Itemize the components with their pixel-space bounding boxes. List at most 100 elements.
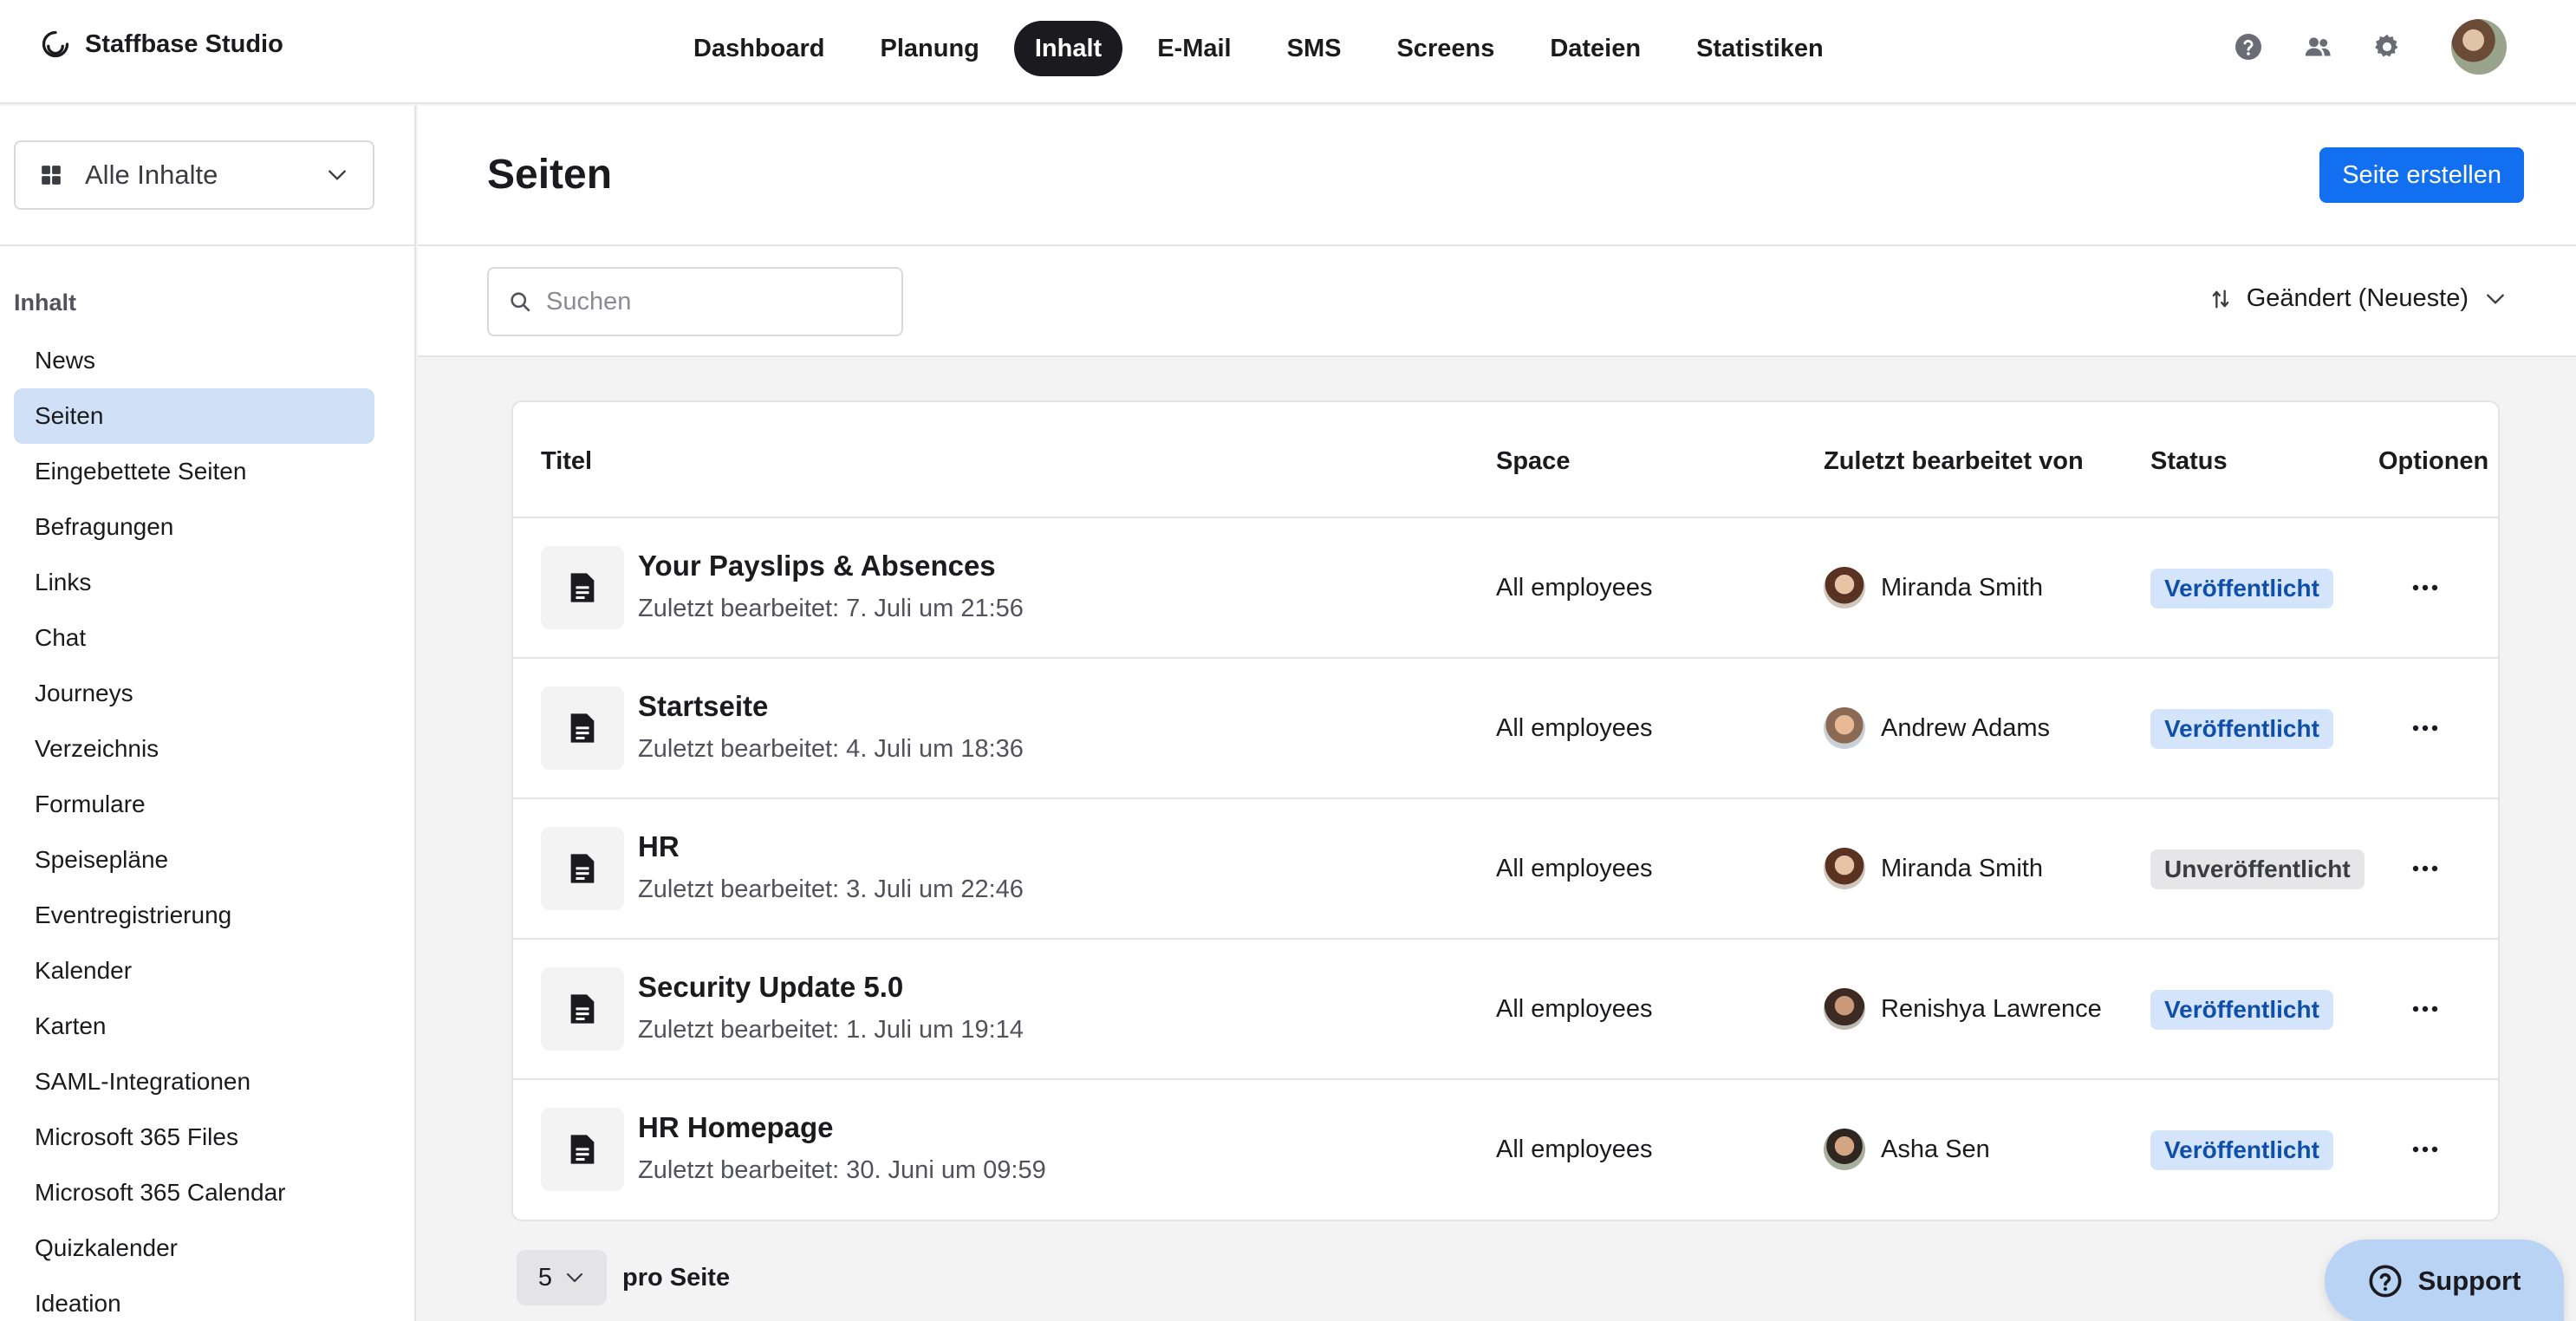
sidebar-item-news[interactable]: News [14, 333, 374, 388]
search-box[interactable] [487, 267, 903, 336]
sidebar-item-journeys[interactable]: Journeys [14, 666, 374, 721]
search-icon [511, 292, 530, 312]
page-thumbnail [541, 827, 624, 910]
more-horizontal-icon [2412, 865, 2438, 872]
sort-dropdown[interactable]: Geändert (Neueste) [2210, 284, 2507, 313]
top-actions [2233, 19, 2507, 75]
more-horizontal-icon [2412, 725, 2438, 732]
page-title-link[interactable]: Your Payslips & Absences [638, 550, 996, 582]
document-icon [570, 1135, 595, 1164]
table-header: Titel Space Zuletzt bearbeitet von Statu… [513, 402, 2498, 518]
brand[interactable]: Staffbase Studio [40, 29, 283, 60]
help-icon [2369, 1265, 2402, 1298]
space-cell: All employees [1496, 574, 1653, 602]
table-row[interactable]: Security Update 5.0 Zuletzt bearbeitet: … [513, 940, 2498, 1080]
help-icon[interactable] [2233, 31, 2264, 62]
support-label: Support [2417, 1266, 2521, 1296]
nav-statistiken[interactable]: Statistiken [1675, 21, 1844, 76]
sidebar-item-verzeichnis[interactable]: Verzeichnis [14, 721, 374, 777]
page-title-link[interactable]: Startseite [638, 690, 768, 723]
row-options-button[interactable] [2406, 853, 2444, 884]
sidebar-item-chat[interactable]: Chat [14, 610, 374, 666]
column-title[interactable]: Titel [541, 447, 592, 476]
last-edited-text: Zuletzt bearbeitet: 4. Juli um 18:36 [638, 735, 1024, 763]
search-input[interactable] [546, 287, 893, 316]
table-row[interactable]: Your Payslips & Absences Zuletzt bearbei… [513, 518, 2498, 659]
main-nav: Dashboard Planung Inhalt E-Mail SMS Scre… [673, 21, 1858, 76]
page-thumbnail [541, 967, 624, 1051]
staffbase-logo-icon [42, 30, 69, 58]
column-editor[interactable]: Zuletzt bearbeitet von [1824, 447, 2084, 476]
page-thumbnail [541, 687, 624, 770]
nav-inhalt[interactable]: Inhalt [1013, 21, 1123, 76]
row-options-button[interactable] [2406, 572, 2444, 603]
nav-screens[interactable]: Screens [1376, 21, 1515, 76]
status-badge: Veröffentlicht [2150, 1130, 2333, 1170]
sidebar-item-microsoft-365-files[interactable]: Microsoft 365 Files [14, 1110, 374, 1165]
editor-cell: Miranda Smith [1824, 567, 2043, 608]
status-badge: Veröffentlicht [2150, 709, 2333, 749]
page-title-link[interactable]: HR [638, 830, 680, 863]
brand-name: Staffbase Studio [85, 29, 283, 58]
pagination: 5 pro Seite [517, 1250, 730, 1305]
avatar [1824, 988, 1865, 1030]
document-icon [570, 994, 595, 1024]
sidebar-item-quizkalender[interactable]: Quizkalender [14, 1220, 374, 1276]
editor-cell: Andrew Adams [1824, 707, 2050, 749]
editor-cell: Asha Sen [1824, 1129, 1990, 1170]
editor-cell: Renishya Lawrence [1824, 988, 2102, 1030]
page-title-link[interactable]: HR Homepage [638, 1111, 834, 1144]
sidebar-item-microsoft-365-calendar[interactable]: Microsoft 365 Calendar [14, 1165, 374, 1220]
nav-dateien[interactable]: Dateien [1529, 21, 1662, 76]
user-avatar[interactable] [2451, 19, 2507, 75]
document-icon [570, 854, 595, 883]
sidebar-item-saml-integrationen[interactable]: SAML-Integrationen [14, 1054, 374, 1110]
page-title-link[interactable]: Security Update 5.0 [638, 971, 903, 1004]
nav-sms[interactable]: SMS [1266, 21, 1363, 76]
sidebar-item-speiseplaene[interactable]: Speisepläne [14, 832, 374, 888]
sidebar-item-befragungen[interactable]: Befragungen [14, 499, 374, 555]
avatar [1824, 1129, 1865, 1170]
sidebar-section-label: Inhalt [14, 290, 76, 316]
table-row[interactable]: Startseite Zuletzt bearbeitet: 4. Juli u… [513, 659, 2498, 799]
column-space[interactable]: Space [1496, 447, 1570, 476]
editor-name: Asha Sen [1881, 1135, 1990, 1163]
row-options-button[interactable] [2406, 993, 2444, 1025]
sort-label: Geändert (Neueste) [2246, 284, 2469, 312]
sort-icon [2212, 290, 2229, 308]
sidebar-item-formulare[interactable]: Formulare [14, 777, 374, 832]
per-page-select[interactable]: 5 [517, 1250, 607, 1305]
gear-icon[interactable] [2371, 31, 2403, 62]
sidebar-item-kalender[interactable]: Kalender [14, 943, 374, 999]
sidebar-item-ideation[interactable]: Ideation [14, 1276, 374, 1321]
sidebar-item-seiten[interactable]: Seiten [14, 388, 374, 444]
more-horizontal-icon [2412, 584, 2438, 591]
nav-email[interactable]: E-Mail [1136, 21, 1252, 76]
nav-planung[interactable]: Planung [859, 21, 999, 76]
sidebar-item-eventregistrierung[interactable]: Eventregistrierung [14, 888, 374, 943]
table-row[interactable]: HR Zuletzt bearbeitet: 3. Juli um 22:46 … [513, 799, 2498, 940]
content-filter-select[interactable]: Alle Inhalte [14, 140, 374, 210]
row-options-button[interactable] [2406, 713, 2444, 744]
support-button[interactable]: Support [2325, 1240, 2564, 1321]
last-edited-text: Zuletzt bearbeitet: 1. Juli um 19:14 [638, 1016, 1024, 1044]
table-row[interactable]: HR Homepage Zuletzt bearbeitet: 30. Juni… [513, 1080, 2498, 1220]
editor-name: Renishya Lawrence [1881, 994, 2102, 1023]
status-badge: Veröffentlicht [2150, 990, 2333, 1030]
space-cell: All employees [1496, 714, 1653, 742]
column-status[interactable]: Status [2150, 447, 2228, 476]
nav-dashboard[interactable]: Dashboard [673, 21, 845, 76]
sidebar-item-karten[interactable]: Karten [14, 999, 374, 1054]
users-icon[interactable] [2302, 31, 2333, 62]
sidebar-item-links[interactable]: Links [14, 555, 374, 610]
sidebar-item-eingebettete-seiten[interactable]: Eingebettete Seiten [14, 444, 374, 499]
top-bar: Staffbase Studio Dashboard Planung Inhal… [0, 0, 2576, 104]
chevron-down-icon [329, 170, 346, 180]
status-badge: Veröffentlicht [2150, 569, 2333, 608]
sidebar-divider [0, 244, 414, 246]
row-options-button[interactable] [2406, 1134, 2444, 1165]
avatar [1824, 707, 1865, 749]
space-cell: All employees [1496, 855, 1653, 882]
pages-table: Titel Space Zuletzt bearbeitet von Statu… [511, 400, 2500, 1221]
create-page-button[interactable]: Seite erstellen [2319, 147, 2524, 203]
